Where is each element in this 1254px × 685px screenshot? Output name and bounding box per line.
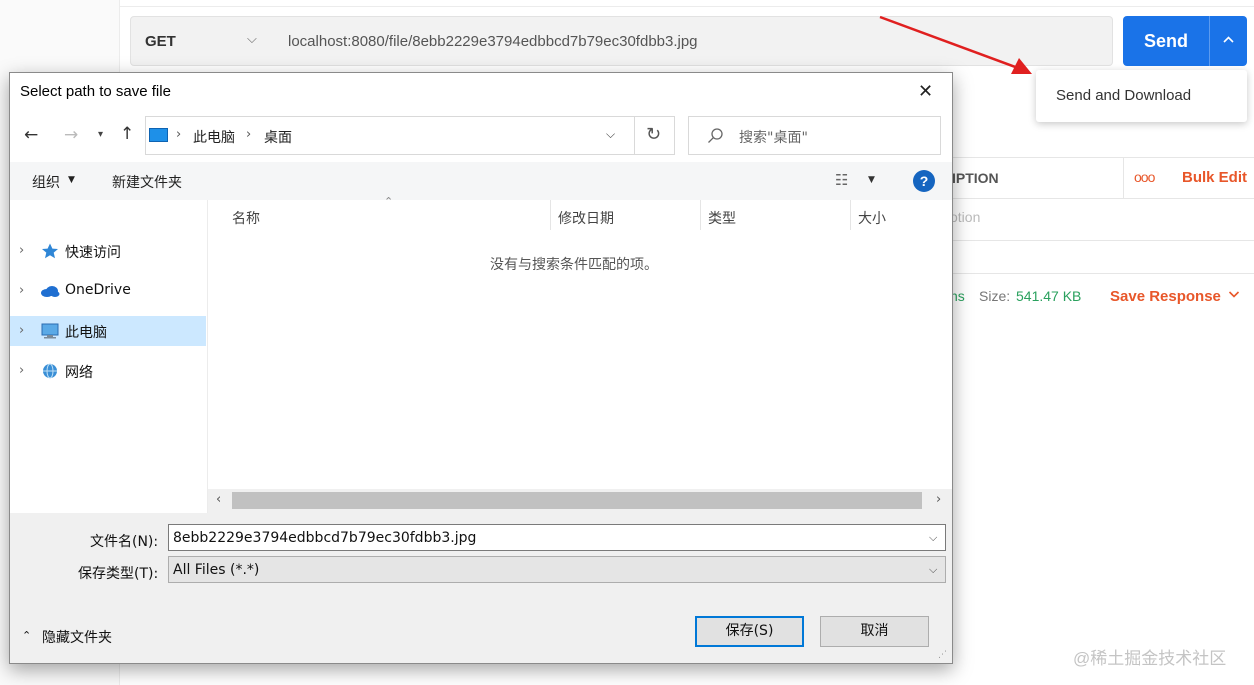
filename-label: 文件名(N):: [90, 534, 159, 550]
caret-down-icon: ▼: [68, 175, 75, 185]
nav-item-quick-access[interactable]: › 快速访问: [10, 236, 206, 266]
chevron-down-icon[interactable]: ⌵: [929, 531, 937, 545]
response-size-label: Size:: [979, 288, 1011, 304]
back-arrow-icon[interactable]: ←: [24, 125, 38, 145]
chevron-right-icon[interactable]: ›: [19, 283, 24, 298]
resize-grip-icon[interactable]: ⋰: [938, 650, 947, 660]
chevron-down-icon[interactable]: [1228, 289, 1240, 299]
filetype-select[interactable]: All Files (*.*) ⌵: [168, 556, 946, 583]
caret-down-icon[interactable]: ▼: [868, 175, 875, 185]
nav-label: 此电脑: [65, 325, 107, 341]
scroll-left-icon[interactable]: ‹: [216, 492, 221, 507]
chevron-down-icon[interactable]: ⌵: [606, 127, 615, 142]
column-divider: [1123, 158, 1124, 198]
nav-item-network[interactable]: › 网络: [10, 356, 206, 386]
watermark-text: @稀土掘金技术社区: [1073, 649, 1227, 668]
send-button[interactable]: Send: [1123, 16, 1209, 66]
filetype-label: 保存类型(T):: [78, 566, 159, 582]
filename-field[interactable]: 8ebb2229e3794edbbcd7b79ec30fdbb3.jpg ⌵: [168, 524, 946, 551]
search-icon: [708, 128, 723, 143]
send-options-button[interactable]: [1209, 16, 1247, 66]
sort-ascending-icon: ⌃: [384, 195, 394, 208]
cancel-button[interactable]: 取消: [820, 616, 929, 647]
nav-label: 网络: [65, 365, 93, 381]
divider: [950, 273, 1254, 274]
description-placeholder[interactable]: otion: [950, 209, 980, 225]
dialog-title: Select path to save file: [20, 83, 171, 100]
filename-value: 8ebb2229e3794edbbcd7b79ec30fdbb3.jpg: [173, 530, 477, 546]
chevron-right-icon[interactable]: ›: [19, 363, 24, 378]
forward-arrow-icon[interactable]: →: [64, 125, 78, 145]
search-input[interactable]: 搜索"桌面": [688, 116, 941, 155]
column-divider[interactable]: [700, 200, 701, 230]
help-icon[interactable]: ?: [913, 170, 935, 192]
empty-folder-message: 没有与搜索条件匹配的项。: [490, 257, 658, 273]
chevron-right-icon[interactable]: ›: [19, 323, 24, 338]
column-header-type[interactable]: 类型: [708, 208, 736, 228]
horizontal-scrollbar[interactable]: ‹ ›: [208, 489, 952, 513]
column-header-size[interactable]: 大小: [858, 208, 886, 228]
save-file-dialog: Select path to save file ✕ ← → ▾ ↑ › 此电脑…: [9, 72, 953, 664]
computer-icon: [149, 128, 168, 142]
command-bar: 组织 ▼ 新建文件夹 ☷ ▼ ?: [10, 162, 952, 200]
up-arrow-icon[interactable]: ↑: [120, 124, 134, 144]
navigation-pane: › 快速访问 › OneDrive › 此电脑 › 网络: [10, 200, 208, 513]
nav-label: OneDrive: [65, 282, 131, 298]
breadcrumb-separator-icon: ›: [246, 127, 252, 142]
divider: [120, 6, 1254, 7]
close-icon[interactable]: ✕: [918, 81, 933, 102]
hide-folders-toggle[interactable]: ⌃ 隐藏文件夹: [22, 627, 112, 647]
nav-item-onedrive[interactable]: › OneDrive: [10, 276, 206, 306]
chevron-up-icon: [1223, 36, 1234, 43]
computer-icon: [41, 323, 59, 339]
recent-locations-chevron-icon[interactable]: ▾: [98, 129, 103, 140]
search-placeholder: 搜索"桌面": [739, 130, 808, 146]
divider: [950, 240, 1254, 241]
chevron-down-icon[interactable]: ⌵: [929, 563, 937, 577]
method-label: GET: [145, 33, 176, 50]
file-list: ⌃ 名称 修改日期 类型 大小 没有与搜索条件匹配的项。: [208, 195, 952, 513]
hide-folders-label: 隐藏文件夹: [42, 630, 112, 646]
save-button[interactable]: 保存(S): [695, 616, 804, 647]
new-folder-button[interactable]: 新建文件夹: [112, 172, 182, 192]
column-header-date[interactable]: 修改日期: [558, 208, 614, 228]
network-icon: [43, 363, 57, 379]
chevron-right-icon[interactable]: ›: [19, 243, 24, 258]
cloud-icon: [41, 286, 60, 297]
refresh-icon[interactable]: ↻: [646, 124, 661, 145]
star-icon: [42, 243, 58, 259]
scroll-right-icon[interactable]: ›: [936, 492, 941, 507]
breadcrumb-this-pc[interactable]: 此电脑: [193, 127, 235, 147]
chevron-down-icon: ⌵: [247, 31, 257, 46]
send-and-download-item[interactable]: Send and Download: [1056, 87, 1191, 104]
method-select[interactable]: GET ⌵: [130, 16, 275, 66]
url-value: localhost:8080/file/8ebb2229e3794edbbcd7…: [288, 33, 698, 50]
send-dropdown-menu: Send and Download: [1036, 70, 1247, 122]
breadcrumb-desktop[interactable]: 桌面: [264, 127, 292, 147]
scrollbar-thumb[interactable]: [232, 492, 922, 509]
column-divider[interactable]: [850, 200, 851, 230]
bulk-edit-link[interactable]: Bulk Edit: [1182, 169, 1247, 186]
column-divider[interactable]: [550, 200, 551, 230]
description-column-header: IPTION: [952, 170, 999, 186]
save-response-button[interactable]: Save Response: [1110, 288, 1221, 305]
more-options-button[interactable]: ooo: [1134, 169, 1155, 185]
breadcrumb-separator-icon: ›: [176, 127, 182, 142]
nav-item-this-pc[interactable]: › 此电脑: [10, 316, 206, 346]
divider: [634, 117, 635, 154]
organize-menu[interactable]: 组织: [32, 172, 60, 192]
address-bar[interactable]: › 此电脑 › 桌面 ⌵ ↻: [145, 116, 675, 155]
dialog-footer: 文件名(N): 8ebb2229e3794edbbcd7b79ec30fdbb3…: [10, 513, 952, 663]
view-options-icon[interactable]: ☷: [835, 171, 848, 189]
chevron-up-icon: ⌃: [22, 629, 32, 642]
column-header-name[interactable]: 名称: [232, 208, 260, 228]
nav-label: 快速访问: [65, 245, 121, 261]
params-header-row: IPTION ooo Bulk Edit: [950, 157, 1254, 199]
response-size-value: 541.47 KB: [1016, 288, 1082, 304]
filetype-value: All Files (*.*): [173, 562, 260, 578]
